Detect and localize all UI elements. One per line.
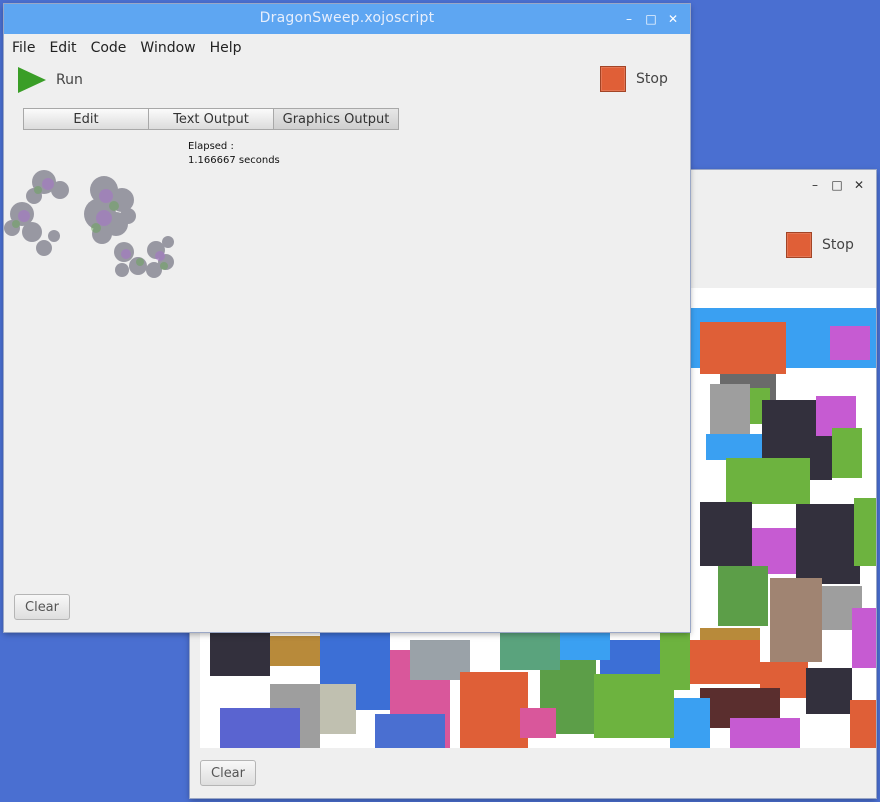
run-button[interactable]: Run [18, 67, 83, 93]
menu-window[interactable]: Window [140, 40, 195, 56]
dragon-curve-fractal [4, 170, 174, 278]
close-icon[interactable]: ✕ [848, 176, 870, 194]
tab-text-output[interactable]: Text Output [148, 108, 274, 130]
clear-button[interactable]: Clear [14, 594, 70, 620]
minimize-icon[interactable]: – [804, 176, 826, 194]
stop-icon [600, 66, 626, 92]
tab-edit[interactable]: Edit [23, 108, 149, 130]
stop-button[interactable]: Stop [786, 232, 854, 258]
minimize-icon[interactable]: – [618, 10, 640, 28]
elapsed-value: 1.166667 seconds [188, 155, 280, 166]
menu-code[interactable]: Code [91, 40, 127, 56]
menu-edit[interactable]: Edit [49, 40, 76, 56]
title-bar[interactable]: DragonSweep.xojoscript – □ ✕ [4, 4, 690, 34]
menu-bar: File Edit Code Window Help [4, 34, 690, 62]
elapsed-readout: Elapsed : 1.166667 seconds [188, 140, 280, 168]
output-tabs: Edit Text Output Graphics Output [23, 108, 399, 130]
window-title: DragonSweep.xojoscript [259, 10, 435, 26]
stop-label: Stop [822, 237, 854, 253]
tab-graphics-output[interactable]: Graphics Output [273, 108, 399, 130]
clear-label: Clear [211, 765, 245, 781]
clear-button[interactable]: Clear [200, 760, 256, 786]
stop-button[interactable]: Stop [600, 66, 668, 92]
xojoscript-window: DragonSweep.xojoscript – □ ✕ File Edit C… [4, 4, 690, 632]
menu-file[interactable]: File [12, 40, 35, 56]
menu-help[interactable]: Help [210, 40, 242, 56]
stop-icon [786, 232, 812, 258]
stop-label: Stop [636, 71, 668, 87]
run-label: Run [56, 72, 83, 88]
close-icon[interactable]: ✕ [662, 10, 684, 28]
clear-label: Clear [25, 599, 59, 615]
maximize-icon[interactable]: □ [640, 10, 662, 28]
play-icon [18, 67, 46, 93]
elapsed-label: Elapsed : [188, 141, 234, 152]
maximize-icon[interactable]: □ [826, 176, 848, 194]
